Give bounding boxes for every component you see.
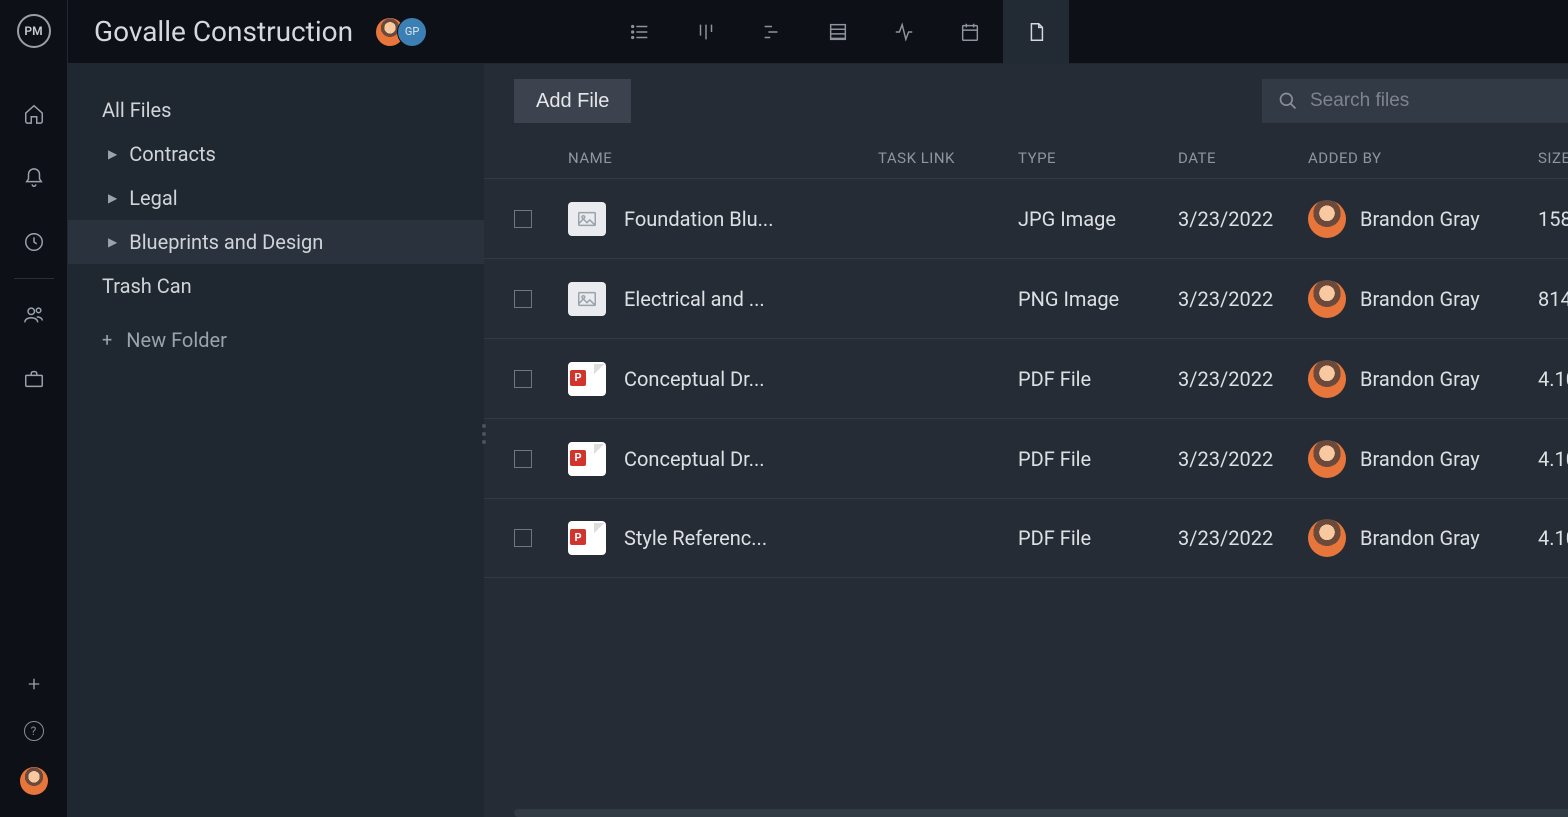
file-size: 4.10 M [1538,367,1568,391]
add-file-button[interactable]: Add File [514,79,631,123]
horizontal-scrollbar[interactable] [514,809,1568,817]
view-tabs [607,0,1069,64]
avatar [1308,440,1346,478]
file-size: 814.59 [1538,287,1568,311]
new-folder-label: New Folder [126,328,227,352]
tree-trash[interactable]: Trash Can [68,264,484,308]
people-icon[interactable] [0,283,68,347]
tab-list[interactable] [607,0,673,64]
tab-files[interactable] [1003,0,1069,64]
avatar [1308,519,1346,557]
resize-handle[interactable] [482,424,486,444]
tab-sheet[interactable] [805,0,871,64]
chevron-right-icon: ▶ [108,235,117,249]
avatar [1308,280,1346,318]
file-size: 4.10 M [1538,526,1568,550]
search-input[interactable] [1310,90,1568,112]
col-type[interactable]: TYPE [1018,149,1178,167]
folder-label: Legal [129,186,177,210]
image-thumb-icon [568,282,606,316]
tree-all-files[interactable]: All Files [68,88,484,132]
file-date: 3/23/2022 [1178,287,1308,311]
chevron-right-icon: ▶ [108,147,117,161]
file-date: 3/23/2022 [1178,367,1308,391]
files-toolbar: Add File [484,64,1568,138]
file-name: Electrical and ... [624,287,765,311]
tab-calendar[interactable] [937,0,1003,64]
table-header: NAME TASK LINK TYPE DATE ADDED BY SIZE [484,138,1568,178]
table-row[interactable]: P Style Referenc... PDF File 3/23/2022 Br… [484,498,1568,578]
file-type: PDF File [1018,367,1178,391]
briefcase-icon[interactable] [0,347,68,411]
clock-icon[interactable] [0,210,68,274]
table-row[interactable]: P Conceptual Dr... PDF File 3/23/2022 Bra… [484,418,1568,498]
files-main: Add File NAME TASK LINK TYPE DATE ADDED … [484,64,1568,817]
file-type: JPG Image [1018,207,1178,231]
tab-board[interactable] [673,0,739,64]
table-row[interactable]: P Conceptual Dr... PDF File 3/23/2022 Bra… [484,338,1568,418]
tab-gantt[interactable] [739,0,805,64]
added-by-name: Brandon Gray [1360,207,1480,231]
folder-tree: All Files ▶ Contracts ▶ Legal ▶ Blueprints … [68,64,484,817]
folder-label: Blueprints and Design [129,230,323,254]
pdf-thumb-icon: P [568,521,606,555]
folder-label: Contracts [129,142,216,166]
add-icon[interactable] [23,673,45,695]
pdf-thumb-icon: P [568,362,606,396]
avatar-initials: GP [397,17,427,47]
file-name: Foundation Blu... [624,207,773,231]
search-box[interactable] [1262,79,1568,123]
avatar [1308,200,1346,238]
tab-activity[interactable] [871,0,937,64]
nav-rail: PM ? [0,0,68,817]
file-name: Conceptual Dr... [624,447,765,471]
row-checkbox[interactable] [514,210,532,228]
file-size: 4.10 M [1538,447,1568,471]
image-thumb-icon [568,202,606,236]
added-by-name: Brandon Gray [1360,526,1480,550]
app-logo[interactable]: PM [17,14,51,48]
search-icon [1278,91,1298,111]
added-by-name: Brandon Gray [1360,447,1480,471]
tree-folder-active[interactable]: ▶ Blueprints and Design [68,220,484,264]
col-name[interactable]: NAME [568,149,878,167]
file-size: 158.98 [1538,207,1568,231]
row-checkbox[interactable] [514,290,532,308]
tree-folder[interactable]: ▶ Legal [68,176,484,220]
file-date: 3/23/2022 [1178,526,1308,550]
col-date[interactable]: DATE [1178,149,1308,167]
added-by-name: Brandon Gray [1360,287,1480,311]
file-type: PDF File [1018,447,1178,471]
user-avatar[interactable] [20,767,48,795]
file-type: PNG Image [1018,287,1178,311]
table-row[interactable]: Foundation Blu... JPG Image 3/23/2022 Br… [484,178,1568,258]
tree-folder[interactable]: ▶ Contracts [68,132,484,176]
row-checkbox[interactable] [514,370,532,388]
added-by-name: Brandon Gray [1360,367,1480,391]
row-checkbox[interactable] [514,529,532,547]
col-task[interactable]: TASK LINK [878,149,1018,167]
home-icon[interactable] [0,82,68,146]
divider [14,278,54,279]
col-added[interactable]: ADDED BY [1308,149,1538,167]
topbar: Govalle Construction GP [68,0,1568,64]
project-title: Govalle Construction [94,15,353,48]
plus-icon: + [102,330,112,351]
file-date: 3/23/2022 [1178,207,1308,231]
pdf-thumb-icon: P [568,442,606,476]
file-date: 3/23/2022 [1178,447,1308,471]
file-type: PDF File [1018,526,1178,550]
new-folder-button[interactable]: + New Folder [68,318,484,362]
help-icon[interactable]: ? [24,721,44,741]
col-size[interactable]: SIZE [1538,149,1568,167]
bell-icon[interactable] [0,146,68,210]
row-checkbox[interactable] [514,450,532,468]
file-rows: Foundation Blu... JPG Image 3/23/2022 Br… [484,178,1568,578]
file-name: Conceptual Dr... [624,367,765,391]
member-avatars[interactable]: GP [375,17,427,47]
avatar [1308,360,1346,398]
table-row[interactable]: Electrical and ... PNG Image 3/23/2022 B… [484,258,1568,338]
chevron-right-icon: ▶ [108,191,117,205]
file-name: Style Referenc... [624,526,767,550]
